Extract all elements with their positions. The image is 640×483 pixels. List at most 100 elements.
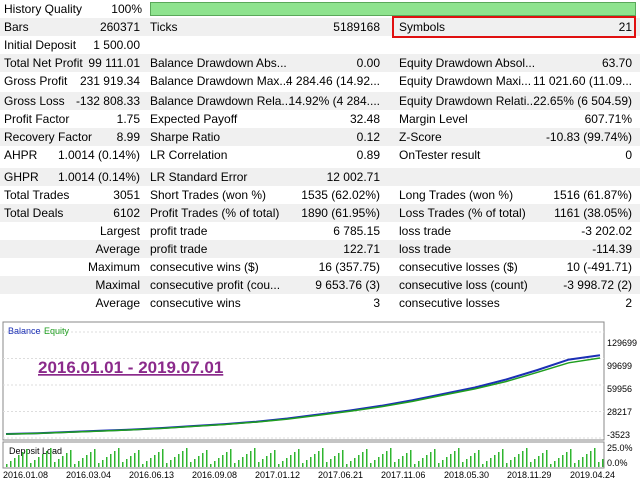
x-tick-label: 2016.03.04 (66, 470, 111, 480)
deposit-load-bar (502, 449, 504, 467)
deposit-load-bar (342, 450, 344, 467)
deposit-load-bar (298, 449, 300, 467)
deposit-load-tick-top: 25.0% (607, 443, 633, 453)
deposit-load-bar (186, 448, 188, 467)
deposit-load-bar (558, 458, 560, 467)
deposit-load-bar (94, 449, 96, 467)
deposit-load-bar (306, 460, 308, 467)
stat-value: 9 653.76 (3) (315, 278, 380, 292)
deposit-load-bar (150, 458, 152, 467)
deposit-load-bar (474, 453, 476, 467)
history-quality-value: 100% (111, 2, 142, 16)
deposit-load-bar (434, 449, 436, 467)
deposit-load-bar (26, 449, 28, 467)
deposit-load-bar (354, 458, 356, 467)
deposit-load-bar (198, 456, 200, 467)
deposit-load-bar (282, 461, 284, 467)
stat-value: 0.00 (356, 56, 380, 70)
x-tick-label: 2018.11.29 (507, 470, 551, 480)
deposit-load-bar (514, 457, 516, 467)
stat-value: 1 500.00 (93, 38, 140, 52)
deposit-load-bar (326, 462, 328, 467)
stats-row: Gross Loss -132 808.33 Balance Drawdown Re… (0, 92, 640, 110)
stat-value: 0 (625, 148, 632, 162)
stat-value: 607.71% (584, 112, 632, 126)
stats-row: Total Net Profit 99 111.01 Balance Drawdow… (0, 54, 640, 72)
deposit-load-bar (254, 448, 256, 467)
stat-value: 16 (357.75) (318, 260, 380, 274)
deposit-load-bar (50, 448, 52, 467)
deposit-load-bar (42, 454, 44, 467)
deposit-load-bar (338, 453, 340, 467)
stats-row: Average profit trade 122.71 loss trade -114.… (0, 240, 640, 258)
stat-value (44, 294, 140, 312)
stat-value: 260371 (99, 20, 140, 34)
stat-value: 14.92% (4 284.... (288, 94, 380, 108)
deposit-load-bar (330, 459, 332, 467)
deposit-load-bar (386, 451, 388, 467)
stat-value: 99 111.01 (88, 56, 140, 70)
deposit-load-bar (130, 456, 132, 467)
deposit-load-bar (218, 458, 220, 467)
stat-value: -3 202.02 (581, 224, 632, 238)
deposit-load-bar (586, 454, 588, 467)
deposit-load-bar (458, 448, 460, 467)
deposit-load-bar (390, 448, 392, 467)
chart-svg: Balance Equity 2016.01.01 - 2019.07.01 1… (2, 321, 637, 480)
deposit-load-bar (250, 451, 252, 467)
deposit-load-bar (438, 463, 440, 467)
deposit-load-bar (114, 451, 116, 467)
deposit-load-bar (454, 451, 456, 467)
main-plot-frame (2, 321, 605, 441)
deposit-load-bar (370, 463, 372, 467)
deposit-load-label: Deposit Load (9, 446, 62, 456)
deposit-load-bar (46, 451, 48, 467)
deposit-load-bar (74, 464, 76, 467)
deposit-load-bar (6, 464, 8, 467)
legend-equity: Equity (44, 326, 70, 336)
deposit-load-bar (554, 461, 556, 467)
deposit-load-bar (106, 457, 108, 467)
deposit-load-bar (170, 460, 172, 467)
deposit-load-bar (270, 453, 272, 467)
stat-value: 231 919.34 (79, 74, 140, 88)
stat-value: 1.0014 (0.14%) (57, 148, 140, 162)
deposit-load-bar (118, 448, 120, 467)
deposit-load-bar (402, 456, 404, 467)
deposit-load-bar (246, 454, 248, 467)
stat-value: 32.48 (349, 112, 380, 126)
deposit-load-bar (318, 451, 320, 467)
y-tick-label: 129699 (607, 338, 637, 348)
deposit-load-bar (418, 461, 420, 467)
deposit-load-bar (450, 454, 452, 467)
deposit-load-bar (490, 458, 492, 467)
stats-row: GHPR 1.0014 (0.14%) LR Standard Error 12 00… (0, 168, 640, 186)
deposit-load-bar (18, 455, 20, 467)
deposit-load-bar (534, 459, 536, 467)
deposit-load-bar (90, 452, 92, 467)
deposit-load-bar (194, 459, 196, 467)
stat-value: -3 998.72 (2) (563, 278, 632, 292)
deposit-load-bar (302, 463, 304, 467)
x-tick-label: 2019.04.24 (570, 470, 615, 480)
stat-value: 1516 (61.87%) (553, 188, 632, 202)
deposit-load-bar (126, 459, 128, 467)
deposit-load-bar (322, 448, 324, 467)
stats-row: Initial Deposit 1 500.00 (0, 36, 640, 54)
stats-row: Recovery Factor 8.99 Sharpe Ratio 0.12 Z-Sco… (0, 128, 640, 146)
deposit-load-bar (530, 462, 532, 467)
symbols-highlight-box (392, 16, 636, 38)
deposit-load-bar (430, 452, 432, 467)
stat-value (44, 276, 140, 294)
deposit-load-bar (134, 453, 136, 467)
stats-row: Profit Factor 1.75 Expected Payoff 32.48 Mar… (0, 110, 640, 128)
deposit-load-bar (122, 462, 124, 467)
stats-row: Total Trades 3051 Short Trades (won %) 1535… (0, 186, 640, 204)
deposit-load-bar (562, 455, 564, 467)
deposit-load-bar (102, 460, 104, 467)
deposit-load-bar (54, 462, 56, 467)
stat-value: 122.71 (343, 242, 380, 256)
deposit-load-bar (230, 449, 232, 467)
deposit-load-bar (478, 450, 480, 467)
deposit-load-bar (510, 460, 512, 467)
